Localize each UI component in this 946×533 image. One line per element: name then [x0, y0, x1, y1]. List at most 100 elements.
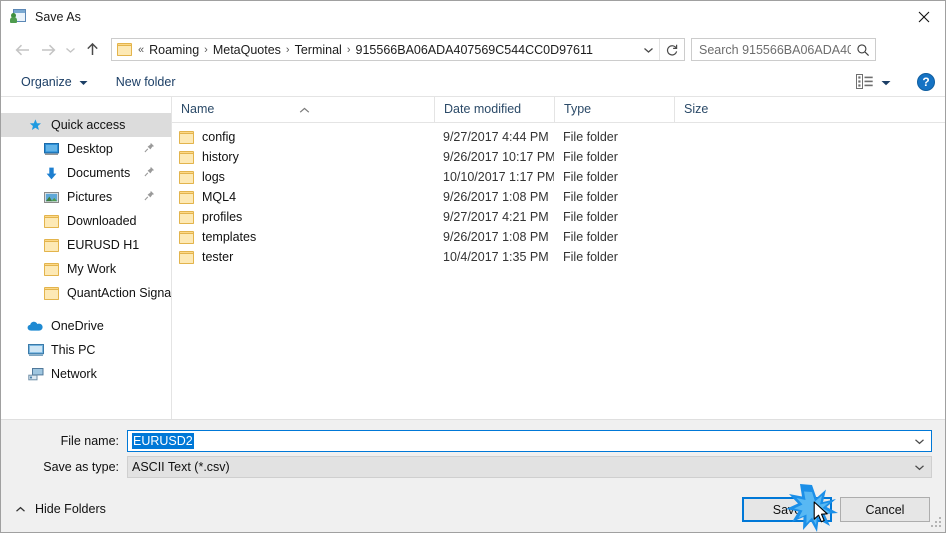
save-as-type-value: ASCII Text (*.csv) — [132, 460, 230, 474]
table-row[interactable]: templates 9/26/2017 1:08 PM File folder — [172, 227, 945, 247]
title-bar: Save As — [1, 1, 945, 32]
resize-grip[interactable] — [931, 517, 943, 529]
sidebar-item-documents[interactable]: Documents — [1, 161, 171, 185]
breadcrumb-separator[interactable]: › — [345, 44, 353, 56]
table-row[interactable]: profiles 9/27/2017 4:21 PM File folder — [172, 207, 945, 227]
navigation-sidebar: Quick access Desktop Documents Pictures … — [1, 97, 172, 419]
chevron-down-icon[interactable] — [907, 457, 931, 477]
sidebar-item-eurusd-h1[interactable]: EURUSD H1 — [1, 233, 171, 257]
file-name-label: logs — [202, 170, 225, 184]
file-size-cell — [674, 127, 754, 147]
new-folder-button[interactable]: New folder — [110, 71, 182, 93]
folder-icon — [43, 261, 60, 278]
save-as-app-icon — [10, 8, 27, 25]
sidebar-item-quick-access[interactable]: Quick access — [1, 113, 171, 137]
sidebar-item-pictures[interactable]: Pictures — [1, 185, 171, 209]
change-view-button[interactable] — [852, 71, 895, 93]
sidebar-item-desktop[interactable]: Desktop — [1, 137, 171, 161]
file-date-cell: 9/26/2017 1:08 PM — [443, 230, 549, 244]
breadcrumb-item-metaquotes[interactable]: MetaQuotes — [210, 42, 284, 58]
search-box[interactable]: Search 915566BA06ADA40756... — [691, 38, 876, 61]
star-pin-icon — [27, 117, 44, 134]
breadcrumb-item-terminal-id[interactable]: 915566BA06ADA407569C544CC0D97611 — [353, 42, 596, 58]
file-name-label: MQL4 — [202, 190, 237, 204]
refresh-icon — [666, 44, 678, 55]
pin-icon — [144, 190, 155, 204]
dialog-footer: File name: EURUSD2 Save as type: ASCII T… — [1, 419, 945, 532]
network-icon — [27, 366, 44, 383]
this-pc-icon — [27, 342, 44, 359]
breadcrumb-separator[interactable]: › — [284, 44, 292, 56]
file-type-cell: File folder — [563, 170, 618, 184]
sidebar-item-this-pc[interactable]: This PC — [1, 338, 171, 362]
sidebar-item-network[interactable]: Network — [1, 362, 171, 386]
back-button[interactable] — [9, 37, 35, 63]
pictures-icon — [43, 189, 60, 206]
file-size-cell — [674, 167, 754, 187]
column-header-label: Size — [684, 102, 709, 116]
column-header-date-modified[interactable]: Date modified — [434, 97, 554, 122]
sidebar-item-label: Network — [51, 367, 97, 381]
table-row[interactable]: tester 10/4/2017 1:35 PM File folder — [172, 247, 945, 267]
recent-locations-button[interactable] — [61, 37, 79, 63]
dialog-body: Quick access Desktop Documents Pictures … — [1, 97, 945, 419]
hide-folders-button[interactable]: Hide Folders — [15, 502, 106, 516]
sidebar-item-my-work[interactable]: My Work — [1, 257, 171, 281]
folder-icon — [179, 130, 194, 144]
file-name-input[interactable]: EURUSD2 — [127, 430, 932, 452]
column-header-size[interactable]: Size — [674, 97, 754, 122]
chevron-down-icon — [65, 47, 75, 53]
cancel-button[interactable]: Cancel — [840, 497, 930, 522]
search-input[interactable]: Search 915566BA06ADA40756... — [699, 43, 851, 57]
breadcrumb-separator[interactable]: › — [202, 44, 210, 56]
arrow-left-icon — [15, 44, 29, 55]
file-name-cell: profiles — [172, 207, 434, 227]
up-button[interactable] — [79, 37, 105, 63]
close-button[interactable] — [901, 1, 945, 32]
table-row[interactable]: logs 10/10/2017 1:17 PM File folder — [172, 167, 945, 187]
column-header-name[interactable]: Name — [172, 97, 434, 122]
breadcrumb-item-roaming[interactable]: Roaming — [146, 42, 202, 58]
file-size-cell — [674, 147, 754, 167]
organize-button[interactable]: Organize — [15, 71, 94, 93]
file-name-value: EURUSD2 — [132, 433, 194, 449]
file-type-cell: File folder — [563, 230, 618, 244]
sidebar-item-quantaction-signal[interactable]: QuantAction Signal — [1, 281, 171, 305]
save-as-type-select[interactable]: ASCII Text (*.csv) — [127, 456, 932, 478]
sidebar-item-onedrive[interactable]: OneDrive — [1, 314, 171, 338]
folder-icon — [43, 237, 60, 254]
sidebar-item-downloaded[interactable]: Downloaded — [1, 209, 171, 233]
address-bar[interactable]: « Roaming › MetaQuotes › Terminal › 9155… — [111, 38, 685, 61]
save-button[interactable]: Save — [742, 497, 832, 522]
table-row[interactable]: MQL4 9/26/2017 1:08 PM File folder — [172, 187, 945, 207]
sidebar-item-label: OneDrive — [51, 319, 104, 333]
help-button[interactable]: ? — [917, 72, 935, 91]
file-size-cell — [674, 247, 754, 267]
file-name-cell: MQL4 — [172, 187, 434, 207]
file-name-label: profiles — [202, 210, 243, 224]
file-size-cell — [674, 207, 754, 227]
breadcrumb-overflow[interactable]: « — [136, 44, 146, 56]
address-dropdown-button[interactable] — [637, 39, 659, 60]
hide-folders-label: Hide Folders — [35, 502, 106, 516]
file-date-cell: 10/10/2017 1:17 PM — [443, 170, 554, 184]
sidebar-item-label: Downloaded — [67, 214, 137, 228]
file-name-cell: logs — [172, 167, 434, 187]
breadcrumb-item-terminal[interactable]: Terminal — [292, 42, 345, 58]
window-title: Save As — [35, 9, 81, 24]
file-date-cell: 9/27/2017 4:44 PM — [443, 130, 549, 144]
refresh-button[interactable] — [660, 39, 684, 60]
table-row[interactable]: config 9/27/2017 4:44 PM File folder — [172, 127, 945, 147]
chevron-down-icon — [643, 47, 653, 53]
file-date-cell: 9/26/2017 1:08 PM — [443, 190, 549, 204]
chevron-down-icon[interactable] — [907, 431, 931, 451]
folder-icon — [179, 250, 194, 264]
folder-icon — [43, 213, 60, 230]
search-button[interactable] — [851, 39, 875, 60]
column-header-type[interactable]: Type — [554, 97, 674, 122]
file-name-label: File name: — [60, 434, 119, 448]
table-row[interactable]: history 9/26/2017 10:17 PM File folder — [172, 147, 945, 167]
sidebar-item-label: QuantAction Signal — [67, 286, 172, 300]
save-as-type-label: Save as type: — [43, 460, 119, 474]
forward-button[interactable] — [35, 37, 61, 63]
